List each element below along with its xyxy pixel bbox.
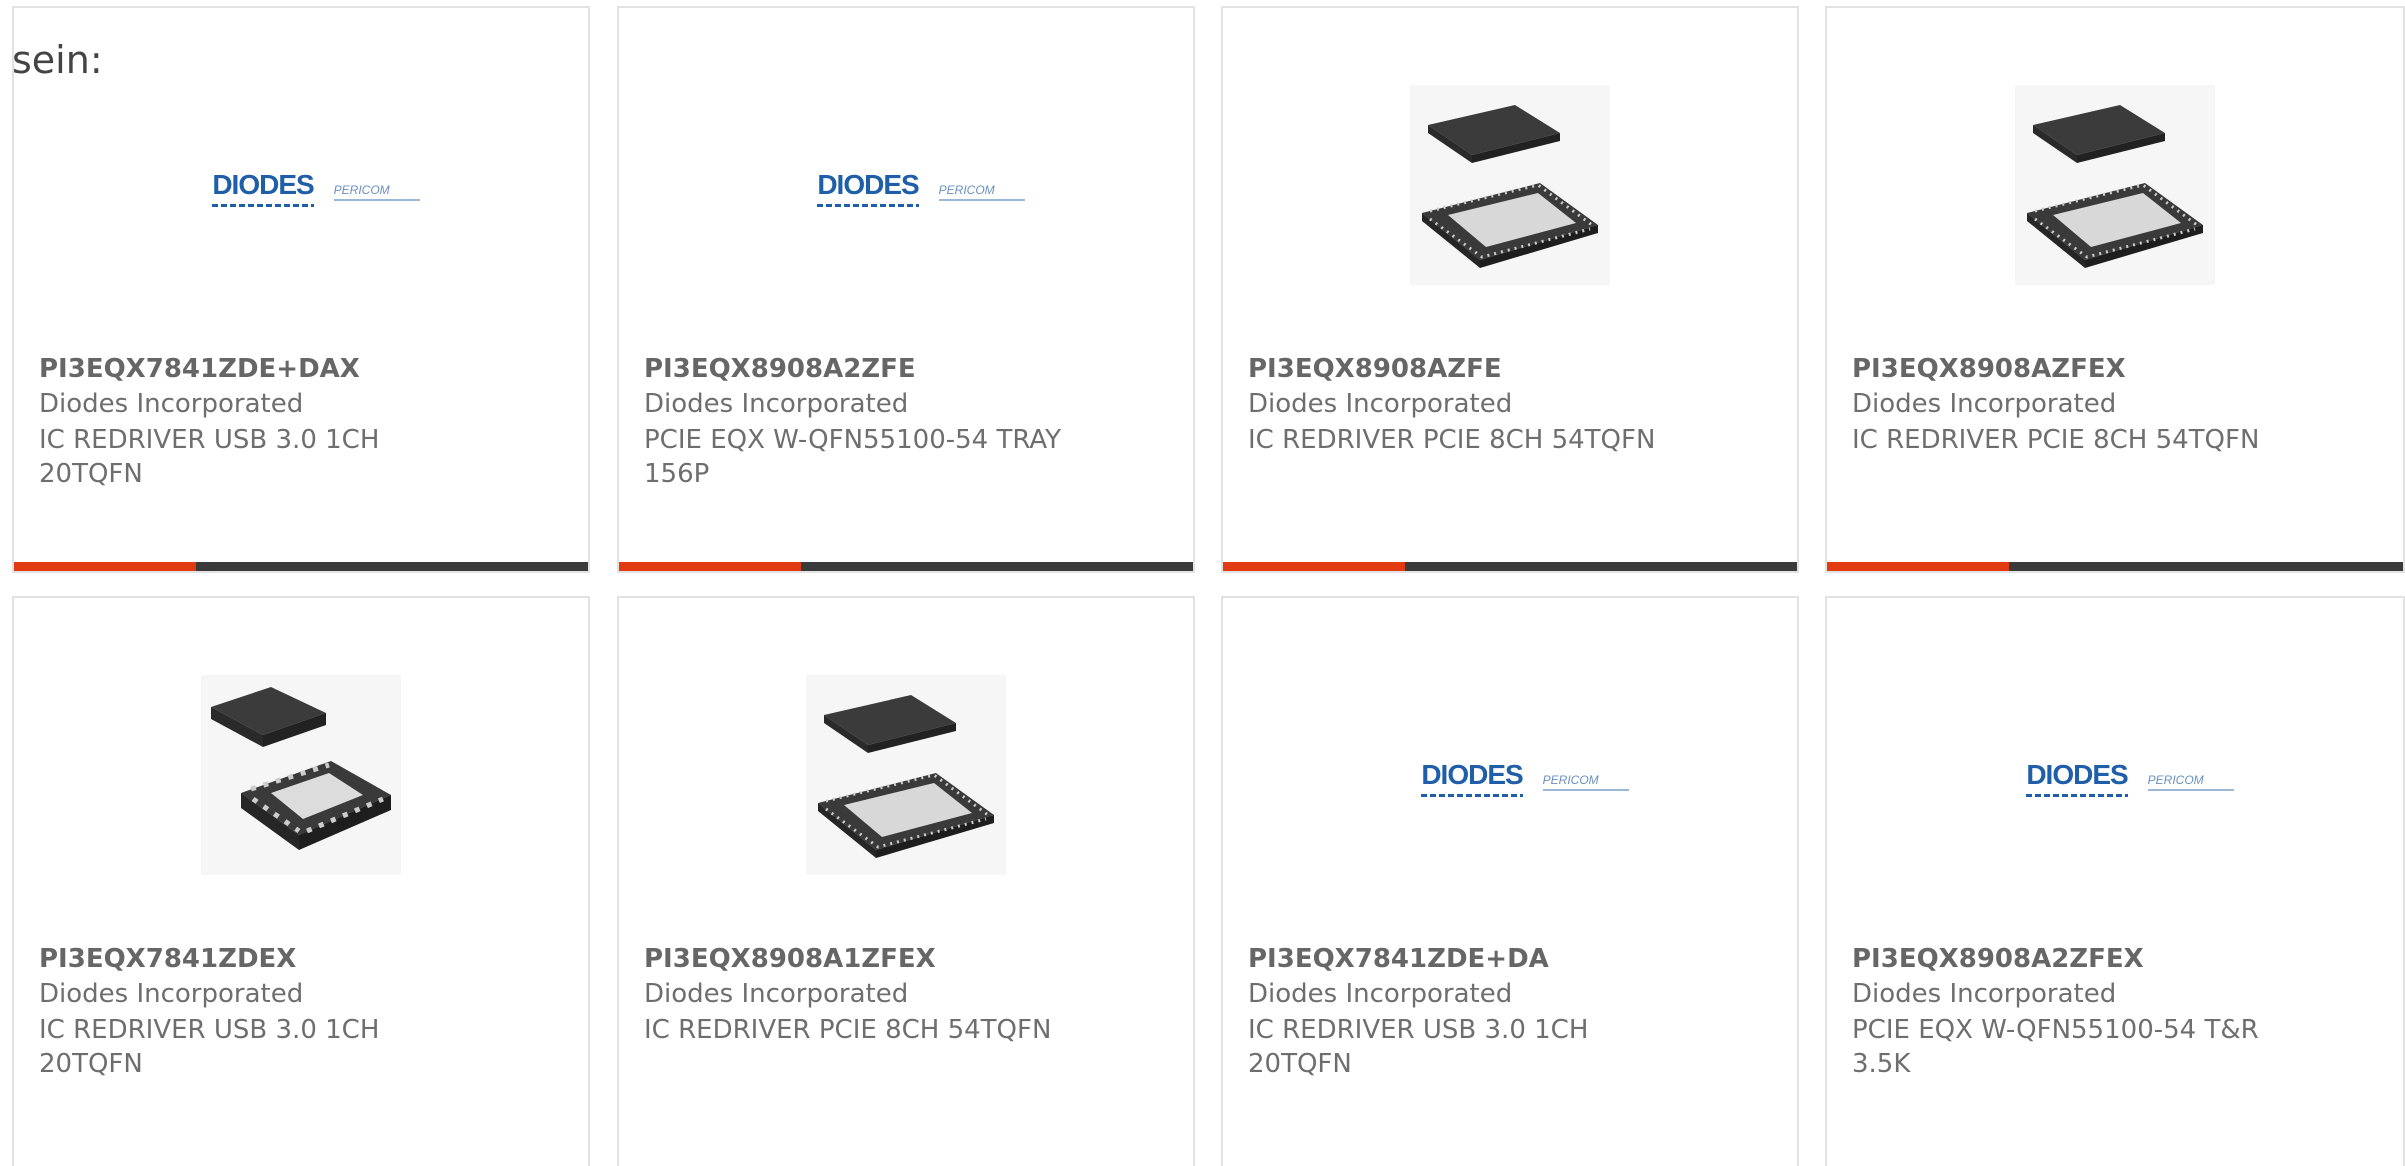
qfn-20-chip-icon: [201, 675, 401, 875]
logo-sub: PERICOM: [2147, 773, 2234, 791]
product-image[interactable]: [619, 664, 1193, 886]
description: IC REDRIVER USB 3.0 1CH 20TQFN: [1248, 1015, 1589, 1079]
product-card[interactable]: PI3EQX8908AZFEX Diodes Incorporated IC R…: [1825, 6, 2405, 573]
product-image[interactable]: DIODES PERICOM: [1223, 664, 1797, 886]
product-card[interactable]: PI3EQX8908AZFE Diodes Incorporated IC RE…: [1221, 6, 1799, 573]
product-card[interactable]: PI3EQX8908A1ZFEX Diodes Incorporated IC …: [617, 596, 1195, 1166]
part-number-link[interactable]: PI3EQX7841ZDE+DAX: [39, 354, 360, 384]
card-bar-accent: [619, 562, 801, 571]
part-number-link[interactable]: PI3EQX8908A2ZFE: [644, 354, 916, 384]
part-number-link[interactable]: PI3EQX8908A1ZFEX: [644, 944, 936, 974]
card-bar: [1223, 562, 1797, 571]
card-bar-accent: [14, 562, 196, 571]
manufacturer: Diodes Incorporated: [644, 979, 909, 1009]
manufacturer: Diodes Incorporated: [39, 389, 304, 419]
description: IC REDRIVER PCIE 8CH 54TQFN: [1248, 425, 1656, 455]
product-card[interactable]: DIODES PERICOM PI3EQX8908A2ZFEX Diodes I…: [1825, 596, 2405, 1166]
diodes-logo: DIODES PERICOM: [2026, 759, 2234, 797]
prefix-text: sein:: [12, 38, 103, 82]
product-image[interactable]: DIODES PERICOM: [14, 74, 588, 296]
manufacturer: Diodes Incorporated: [1852, 979, 2117, 1009]
description: IC REDRIVER PCIE 8CH 54TQFN: [644, 1015, 1052, 1045]
manufacturer: Diodes Incorporated: [1248, 389, 1513, 419]
manufacturer: Diodes Incorporated: [1852, 389, 2117, 419]
product-card[interactable]: DIODES PERICOM PI3EQX7841ZDE+DA Diodes I…: [1221, 596, 1799, 1166]
description: PCIE EQX W-QFN55100-54 T&R 3.5K: [1852, 1015, 2259, 1079]
card-bar-accent: [1223, 562, 1405, 571]
product-image[interactable]: DIODES PERICOM: [619, 74, 1193, 296]
logo-sub: PERICOM: [938, 183, 1025, 201]
manufacturer: Diodes Incorporated: [1248, 979, 1513, 1009]
part-number-link[interactable]: PI3EQX8908AZFE: [1248, 354, 1502, 384]
qfn-54-chip-icon: [2015, 85, 2215, 285]
product-card[interactable]: PI3EQX7841ZDEX Diodes Incorporated IC RE…: [12, 596, 590, 1166]
product-image[interactable]: [1827, 74, 2403, 296]
manufacturer: Diodes Incorporated: [39, 979, 304, 1009]
logo-brand: DIODES: [2026, 759, 2129, 797]
description: PCIE EQX W-QFN55100-54 TRAY 156P: [644, 425, 1062, 489]
diodes-logo: DIODES PERICOM: [212, 169, 420, 207]
logo-brand: DIODES: [1421, 759, 1524, 797]
product-card[interactable]: DIODES PERICOM PI3EQX7841ZDE+DAX Diodes …: [12, 6, 590, 573]
product-image[interactable]: DIODES PERICOM: [1827, 664, 2403, 886]
manufacturer: Diodes Incorporated: [644, 389, 909, 419]
logo-sub: PERICOM: [333, 183, 420, 201]
card-bar: [1827, 562, 2403, 571]
qfn-54-chip-icon: [1410, 85, 1610, 285]
product-card[interactable]: DIODES PERICOM PI3EQX8908A2ZFE Diodes In…: [617, 6, 1195, 573]
qfn-54-chip-icon: [806, 675, 1006, 875]
logo-brand: DIODES: [817, 169, 920, 207]
product-image[interactable]: [14, 664, 588, 886]
diodes-logo: DIODES PERICOM: [1421, 759, 1629, 797]
diodes-logo: DIODES PERICOM: [817, 169, 1025, 207]
card-bar: [619, 562, 1193, 571]
logo-sub: PERICOM: [1542, 773, 1629, 791]
product-image[interactable]: [1223, 74, 1797, 296]
logo-brand: DIODES: [212, 169, 315, 207]
product-grid: DIODES PERICOM PI3EQX7841ZDE+DAX Diodes …: [0, 0, 2405, 1166]
description: IC REDRIVER USB 3.0 1CH 20TQFN: [39, 425, 380, 489]
card-bar-accent: [1827, 562, 2009, 571]
card-bar: [14, 562, 588, 571]
part-number-link[interactable]: PI3EQX8908AZFEX: [1852, 354, 2126, 384]
description: IC REDRIVER USB 3.0 1CH 20TQFN: [39, 1015, 380, 1079]
description: IC REDRIVER PCIE 8CH 54TQFN: [1852, 425, 2260, 455]
part-number-link[interactable]: PI3EQX8908A2ZFEX: [1852, 944, 2144, 974]
part-number-link[interactable]: PI3EQX7841ZDEX: [39, 944, 296, 974]
part-number-link[interactable]: PI3EQX7841ZDE+DA: [1248, 944, 1549, 974]
